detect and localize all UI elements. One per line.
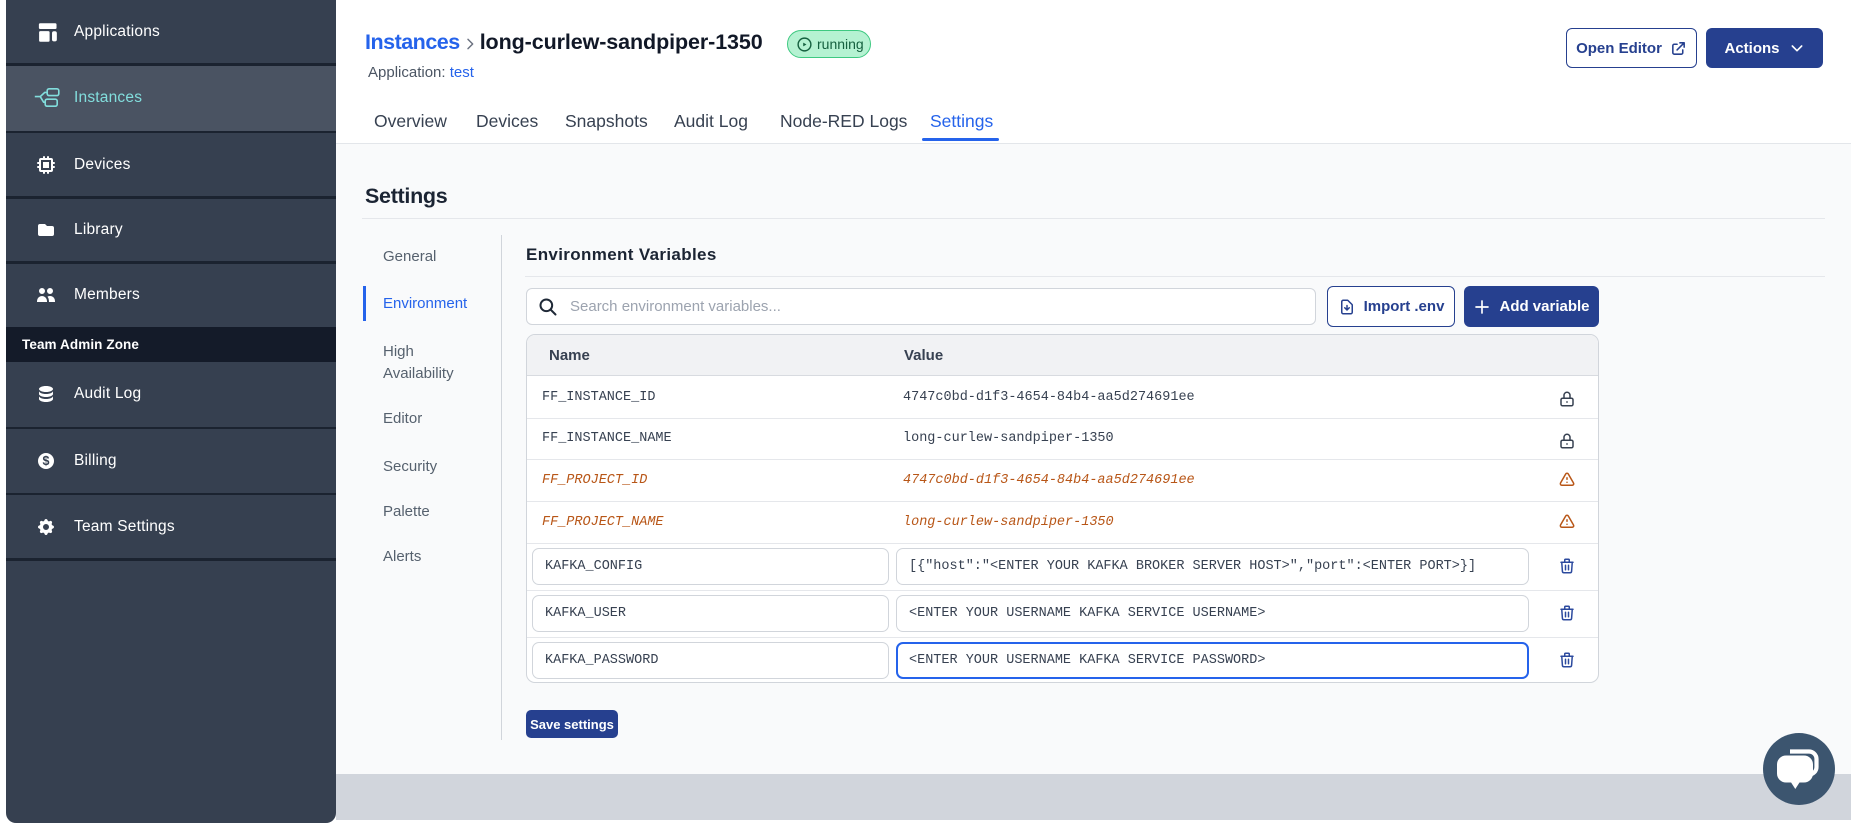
svg-text:$: $	[43, 454, 50, 468]
